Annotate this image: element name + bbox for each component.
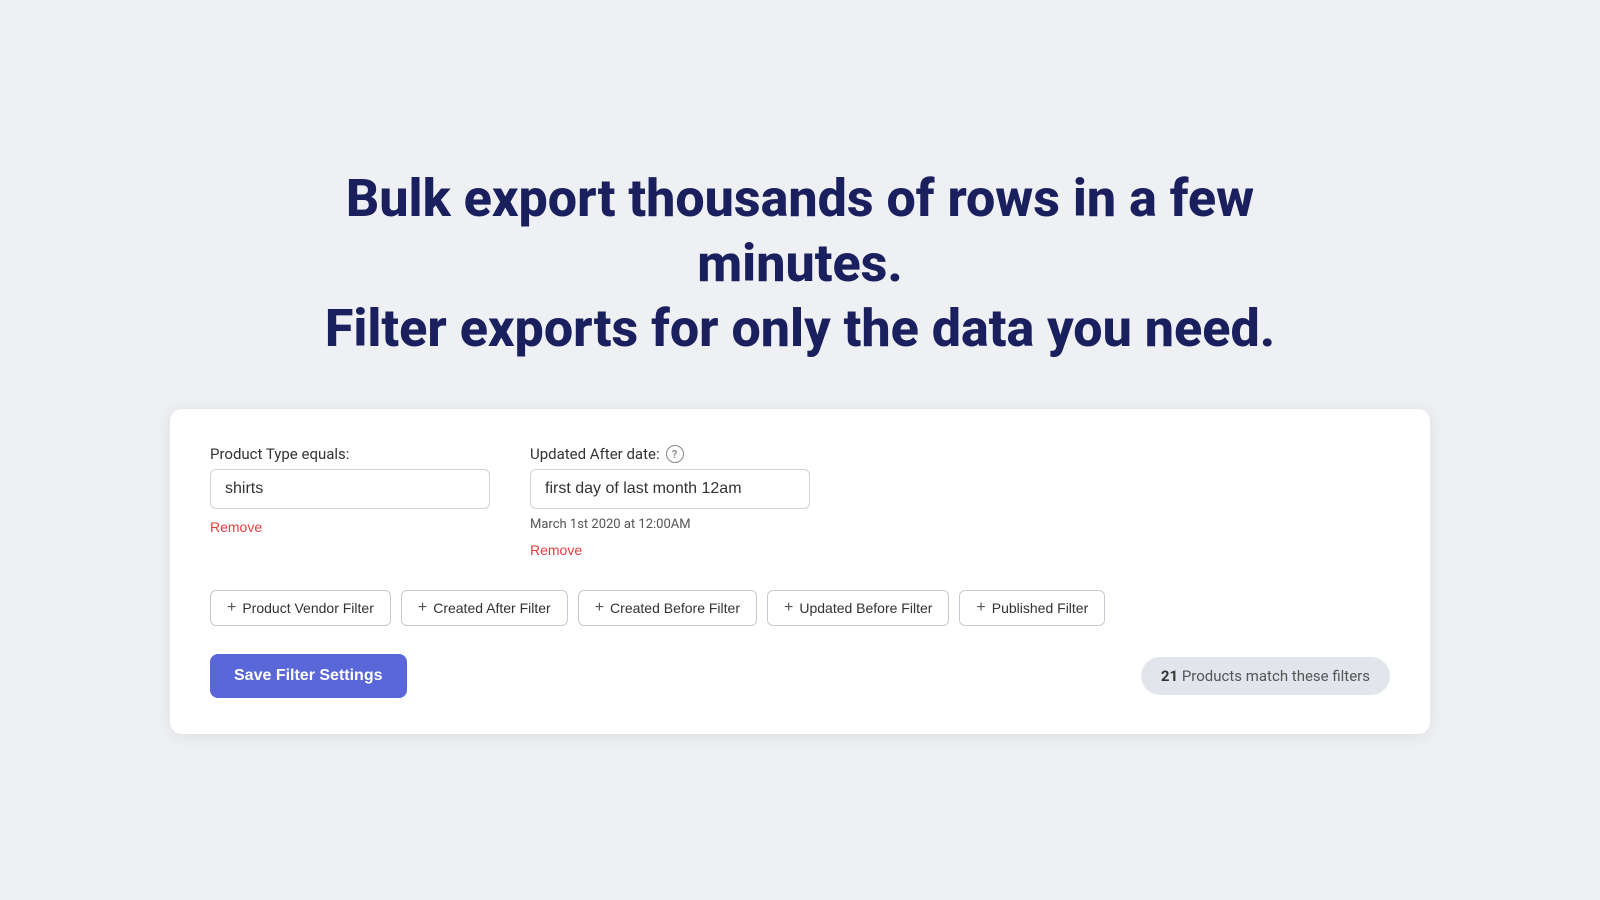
- product-type-label-text: Product Type equals:: [210, 445, 349, 463]
- created-after-filter-label: Created After Filter: [433, 600, 551, 616]
- match-description: Products match these filters: [1182, 667, 1370, 685]
- product-type-filter-group: Product Type equals: Remove: [210, 445, 490, 535]
- save-filter-settings-button[interactable]: Save Filter Settings: [210, 654, 407, 698]
- product-vendor-filter-label: Product Vendor Filter: [242, 600, 374, 616]
- bottom-row: Save Filter Settings 21 Products match t…: [210, 654, 1390, 698]
- plus-icon-updated-before: +: [784, 600, 793, 616]
- add-filters-row: + Product Vendor Filter + Created After …: [210, 590, 1390, 626]
- updated-after-subtext: March 1st 2020 at 12:00AM: [530, 517, 810, 532]
- hero-section: Bulk export thousands of rows in a few m…: [250, 166, 1350, 361]
- updated-after-input[interactable]: [530, 469, 810, 509]
- hero-line-2: Filter exports for only the data you nee…: [325, 298, 1275, 359]
- product-type-label: Product Type equals:: [210, 445, 490, 463]
- product-type-input[interactable]: [210, 469, 490, 509]
- updated-after-filter-group: Updated After date: ? March 1st 2020 at …: [530, 445, 810, 558]
- match-count: 21: [1161, 667, 1178, 685]
- updated-after-label-text: Updated After date:: [530, 445, 660, 463]
- plus-icon-created-after: +: [418, 600, 427, 616]
- add-product-vendor-filter-button[interactable]: + Product Vendor Filter: [210, 590, 391, 626]
- plus-icon-published: +: [976, 600, 985, 616]
- remove-product-type-button[interactable]: Remove: [210, 519, 262, 535]
- hero-line-1: Bulk export thousands of rows in a few m…: [346, 168, 1254, 294]
- add-updated-before-filter-button[interactable]: + Updated Before Filter: [767, 590, 949, 626]
- filter-card: Product Type equals: Remove Updated Afte…: [170, 409, 1430, 734]
- plus-icon-vendor: +: [227, 600, 236, 616]
- add-published-filter-button[interactable]: + Published Filter: [959, 590, 1105, 626]
- updated-after-help-icon[interactable]: ?: [666, 445, 684, 463]
- remove-updated-after-button[interactable]: Remove: [530, 542, 582, 558]
- plus-icon-created-before: +: [595, 600, 604, 616]
- updated-before-filter-label: Updated Before Filter: [799, 600, 932, 616]
- add-created-before-filter-button[interactable]: + Created Before Filter: [578, 590, 757, 626]
- add-created-after-filter-button[interactable]: + Created After Filter: [401, 590, 568, 626]
- published-filter-label: Published Filter: [992, 600, 1089, 616]
- updated-after-label: Updated After date: ?: [530, 445, 810, 463]
- hero-title: Bulk export thousands of rows in a few m…: [250, 166, 1350, 361]
- created-before-filter-label: Created Before Filter: [610, 600, 740, 616]
- match-badge: 21 Products match these filters: [1141, 657, 1390, 695]
- active-filters-row: Product Type equals: Remove Updated Afte…: [210, 445, 1390, 558]
